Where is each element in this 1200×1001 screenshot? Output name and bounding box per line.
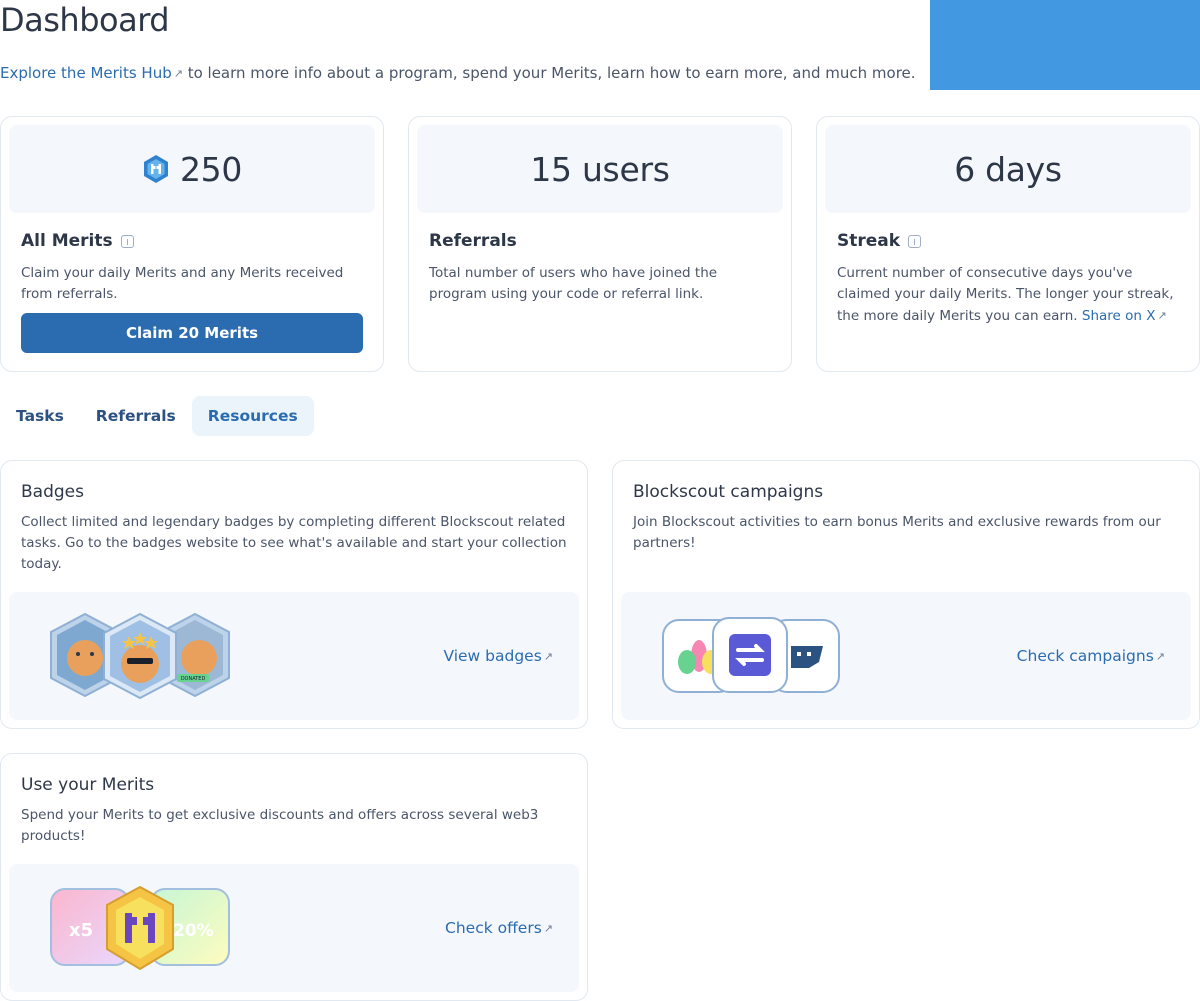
streak-label: Streak: [837, 231, 1179, 251]
offers-illustration-icon: x5 20%: [50, 885, 230, 971]
streak-label-text: Streak: [837, 231, 901, 251]
check-offers-label: Check offers: [445, 919, 542, 937]
offers-panel: x5 20% Check offers ↗: [9, 864, 579, 992]
donated-badge-label: DONATED: [181, 676, 206, 682]
campaigns-card: Blockscout campaigns Join Blockscout act…: [612, 460, 1200, 729]
campaigns-title: Blockscout campaigns: [633, 482, 824, 502]
share-on-x-link[interactable]: Share on X ↗: [1082, 308, 1167, 324]
offers-title: Use your Merits: [21, 775, 155, 795]
referrals-description: Total number of users who have joined th…: [429, 265, 718, 302]
merits-hub-link[interactable]: Explore the Merits Hub ↗: [0, 64, 183, 82]
referrals-card: 15 users Referrals Total number of users…: [408, 116, 792, 372]
campaigns-panel: Check campaigns ↗: [621, 592, 1191, 720]
check-offers-link[interactable]: Check offers ↗: [445, 919, 553, 937]
tab-resources[interactable]: Resources: [191, 396, 314, 436]
badges-panel: DONATED View badges ↗: [9, 592, 579, 720]
external-link-icon: ↗: [543, 650, 553, 663]
referrals-value: 15 users: [530, 149, 670, 189]
campaigns-description: Join Blockscout activities to earn bonus…: [633, 514, 1161, 551]
offers-description: Spend your Merits to get exclusive disco…: [21, 807, 539, 844]
external-link-icon: ↗: [1157, 309, 1167, 322]
check-campaigns-link[interactable]: Check campaigns ↗: [1017, 647, 1165, 665]
merits-value: 250: [179, 149, 243, 189]
merits-label: All Merits: [21, 231, 363, 251]
badges-card: Badges Collect limited and legendary bad…: [0, 460, 588, 729]
tab-tasks[interactable]: Tasks: [0, 396, 80, 436]
merits-icon: [143, 155, 168, 183]
offers-card: Use your Merits Spend your Merits to get…: [0, 753, 588, 1001]
badges-title: Badges: [21, 482, 84, 502]
multiplier-label: x5: [69, 920, 93, 941]
info-icon[interactable]: [120, 234, 134, 248]
merits-hub-link-label: Explore the Merits Hub: [0, 64, 172, 82]
external-link-icon: ↗: [1155, 650, 1165, 663]
external-link-icon: ↗: [173, 67, 183, 80]
referrals-hero: 15 users: [417, 125, 783, 213]
promo-banner[interactable]: [930, 0, 1200, 90]
intro-text: to learn more info about a program, spen…: [182, 64, 916, 82]
page-title: Dashboard: [0, 1, 170, 39]
badges-illustration-icon: DONATED: [50, 612, 230, 700]
view-badges-label: View badges: [443, 647, 542, 665]
streak-value: 6 days: [954, 149, 1062, 189]
streak-card: 6 days Streak Current number of consecut…: [816, 116, 1200, 372]
view-badges-link[interactable]: View badges ↗: [443, 647, 553, 665]
discount-label: 20%: [173, 921, 214, 941]
tab-referrals[interactable]: Referrals: [80, 396, 192, 436]
page-intro: Explore the Merits Hub ↗ to learn more in…: [0, 62, 916, 85]
referrals-label: Referrals: [429, 231, 517, 251]
claim-merits-button[interactable]: Claim 20 Merits: [21, 313, 363, 353]
share-on-x-label: Share on X: [1081, 308, 1156, 324]
merits-card: 250 All Merits Claim your daily Merits a…: [0, 116, 384, 372]
streak-hero: 6 days: [825, 125, 1191, 213]
info-icon[interactable]: [908, 234, 922, 248]
campaigns-illustration-icon: [662, 617, 840, 693]
merits-description: Claim your daily Merits and any Merits r…: [21, 265, 344, 302]
external-link-icon: ↗: [543, 922, 553, 935]
tab-bar: Tasks Referrals Resources: [0, 396, 314, 436]
streak-description: Current number of consecutive days you'v…: [837, 263, 1179, 327]
merits-hero: 250: [9, 125, 375, 213]
check-campaigns-label: Check campaigns: [1016, 647, 1154, 665]
merits-label-text: All Merits: [21, 231, 113, 251]
badges-description: Collect limited and legendary badges by …: [21, 514, 567, 572]
